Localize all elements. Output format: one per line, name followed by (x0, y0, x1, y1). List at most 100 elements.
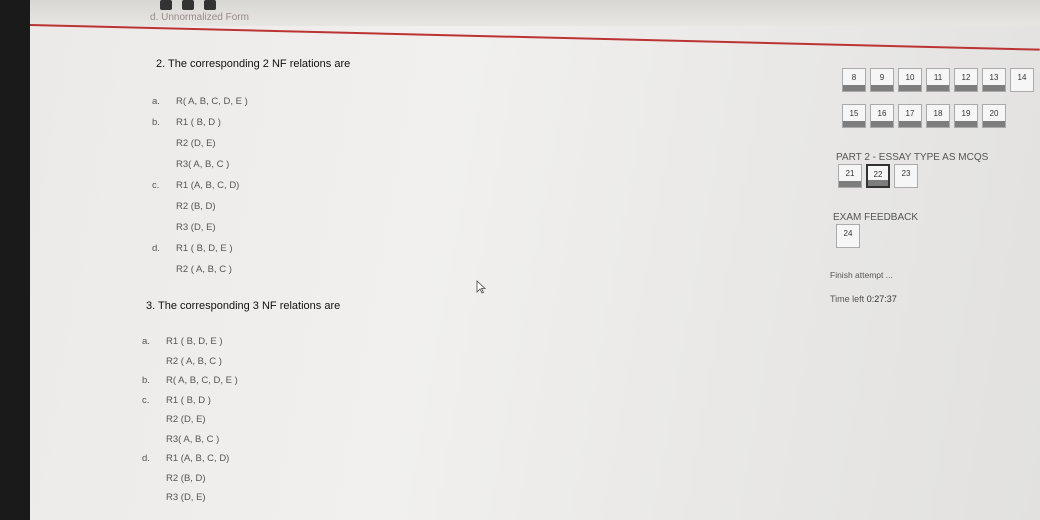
exam-screen: d. Unnormalized Form 2. The correspondin… (30, 0, 1040, 520)
option-text: R2 (B, D) (176, 201, 216, 212)
option-text: R( A, B, C, D, E ) (176, 96, 248, 107)
option-letter: b. (142, 375, 150, 386)
question-number: 20 (989, 109, 999, 118)
option-text: R2 (B, D) (166, 472, 206, 484)
question-number: 9 (879, 73, 885, 82)
question-number: 18 (933, 109, 943, 118)
answered-bar (839, 181, 861, 187)
part-2-label: PART 2 - ESSAY TYPE AS MCQS (836, 152, 989, 163)
option-text: R1 (A, B, C, D) (176, 180, 240, 191)
answered-bar (868, 180, 888, 186)
question-number: 8 (851, 73, 857, 82)
answered-bar (983, 121, 1005, 127)
question-nav-button-23[interactable]: 23 (894, 164, 918, 188)
option-text: R3( A, B, C ) (166, 433, 220, 445)
option-letter: c. (152, 180, 160, 191)
toolbar-icons (160, 0, 216, 10)
time-left-value: 0:27:37 (866, 294, 897, 304)
option-q2-2-line: R3 (D, E) (152, 222, 216, 233)
question-number: 13 (989, 73, 999, 82)
question-nav-button-15[interactable]: 15 (842, 104, 866, 128)
question-nav-button-12[interactable]: 12 (954, 68, 978, 92)
option-text: R3 (D, E) (166, 492, 206, 503)
question-nav-button-24[interactable]: 24 (836, 224, 860, 248)
option-q3-1-line[interactable]: b. R( A, B, C, D, E ) (142, 375, 238, 386)
finish-attempt-link[interactable]: Finish attempt ... (830, 270, 893, 280)
question-nav-button-13[interactable]: 13 (982, 68, 1006, 92)
option-text: R2 ( A, B, C ) (166, 355, 222, 367)
option-letter: d. (152, 243, 160, 254)
option-q3-2-line: R3( A, B, C ) (142, 434, 219, 445)
option-q2-1-line[interactable]: b. R1 ( B, D ) (152, 117, 221, 128)
question-number: 22 (873, 170, 883, 179)
option-text: R3( A, B, C ) (176, 159, 230, 170)
question-nav-button-9[interactable]: 9 (870, 68, 894, 92)
answered-bar (899, 121, 921, 127)
divider-line (30, 24, 1040, 51)
option-text: R2 ( A, B, C ) (176, 264, 232, 275)
question-number: 14 (1017, 73, 1027, 82)
option-q2-1-line: R3( A, B, C ) (152, 159, 229, 170)
option-q2-2-line[interactable]: c. R1 (A, B, C, D) (152, 180, 239, 191)
answered-bar (983, 85, 1005, 91)
option-q3-3-line[interactable]: d. R1 (A, B, C, D) (142, 453, 229, 464)
question-nav-button-16[interactable]: 16 (870, 104, 894, 128)
question-number: 21 (845, 169, 855, 178)
answered-bar (871, 85, 893, 91)
option-q3-3-line: R3 (D, E) (142, 492, 206, 503)
question-nav-button-20[interactable]: 20 (982, 104, 1006, 128)
option-letter: b. (152, 117, 160, 128)
question-nav-button-8[interactable]: 8 (842, 68, 866, 92)
question-nav-button-21[interactable]: 21 (838, 164, 862, 188)
toolbar-icon[interactable] (204, 0, 216, 10)
question-number: 16 (877, 109, 887, 118)
question-nav-button-10[interactable]: 10 (898, 68, 922, 92)
option-text: R1 ( B, D ) (166, 394, 211, 406)
answered-bar (843, 121, 865, 127)
question-number: 24 (843, 229, 853, 238)
time-left: Time left 0:27:37 (830, 294, 897, 304)
option-text: R1 ( B, D, E ) (166, 336, 223, 347)
question-nav-button-11[interactable]: 11 (926, 68, 950, 92)
mouse-cursor-icon (476, 280, 486, 294)
time-left-label: Time left (830, 294, 865, 304)
question-nav-button-18[interactable]: 18 (926, 104, 950, 128)
option-q3-2-line: R2 (D, E) (142, 414, 206, 425)
option-text: R( A, B, C, D, E ) (166, 375, 238, 386)
question-nav-button-19[interactable]: 19 (954, 104, 978, 128)
option-text: R1 ( B, D, E ) (176, 243, 233, 254)
question-number: 19 (961, 109, 971, 118)
toolbar-icon[interactable] (182, 0, 194, 10)
question-number: 12 (961, 73, 971, 82)
option-q3-3-line: R2 (B, D) (142, 473, 206, 484)
toolbar-icon[interactable] (160, 0, 172, 10)
exam-feedback-label: EXAM FEEDBACK (833, 212, 919, 223)
answered-bar (927, 85, 949, 91)
option-q3-0-line[interactable]: a. R1 ( B, D, E ) (142, 336, 222, 347)
question-nav-button-14[interactable]: 14 (1010, 68, 1034, 92)
question-number: 10 (905, 73, 915, 82)
option-text: R2 (D, E) (176, 138, 216, 149)
answered-bar (927, 121, 949, 127)
option-q3-0-line: R2 ( A, B, C ) (142, 356, 222, 367)
option-q2-1-line: R2 (D, E) (152, 138, 216, 149)
option-q2-3-line: R2 ( A, B, C ) (152, 264, 232, 275)
answered-bar (843, 85, 865, 91)
option-q2-0-line[interactable]: a. R( A, B, C, D, E ) (152, 96, 248, 107)
answered-bar (955, 85, 977, 91)
answered-bar (871, 121, 893, 127)
question-3-title: 3. The corresponding 3 NF relations are (146, 300, 341, 312)
previous-option-text: d. Unnormalized Form (150, 12, 249, 23)
answered-bar (955, 121, 977, 127)
option-text: R3 (D, E) (176, 222, 216, 233)
question-nav-button-17[interactable]: 17 (898, 104, 922, 128)
question-number: 23 (901, 169, 911, 178)
question-number: 11 (933, 73, 943, 82)
option-q2-3-line[interactable]: d. R1 ( B, D, E ) (152, 243, 232, 254)
option-q3-2-line[interactable]: c. R1 ( B, D ) (142, 395, 211, 406)
option-text: R1 (A, B, C, D) (166, 453, 230, 464)
option-letter: a. (142, 336, 150, 347)
option-letter: d. (142, 453, 150, 464)
answered-bar (899, 85, 921, 91)
question-nav-button-22[interactable]: 22 (866, 164, 890, 188)
